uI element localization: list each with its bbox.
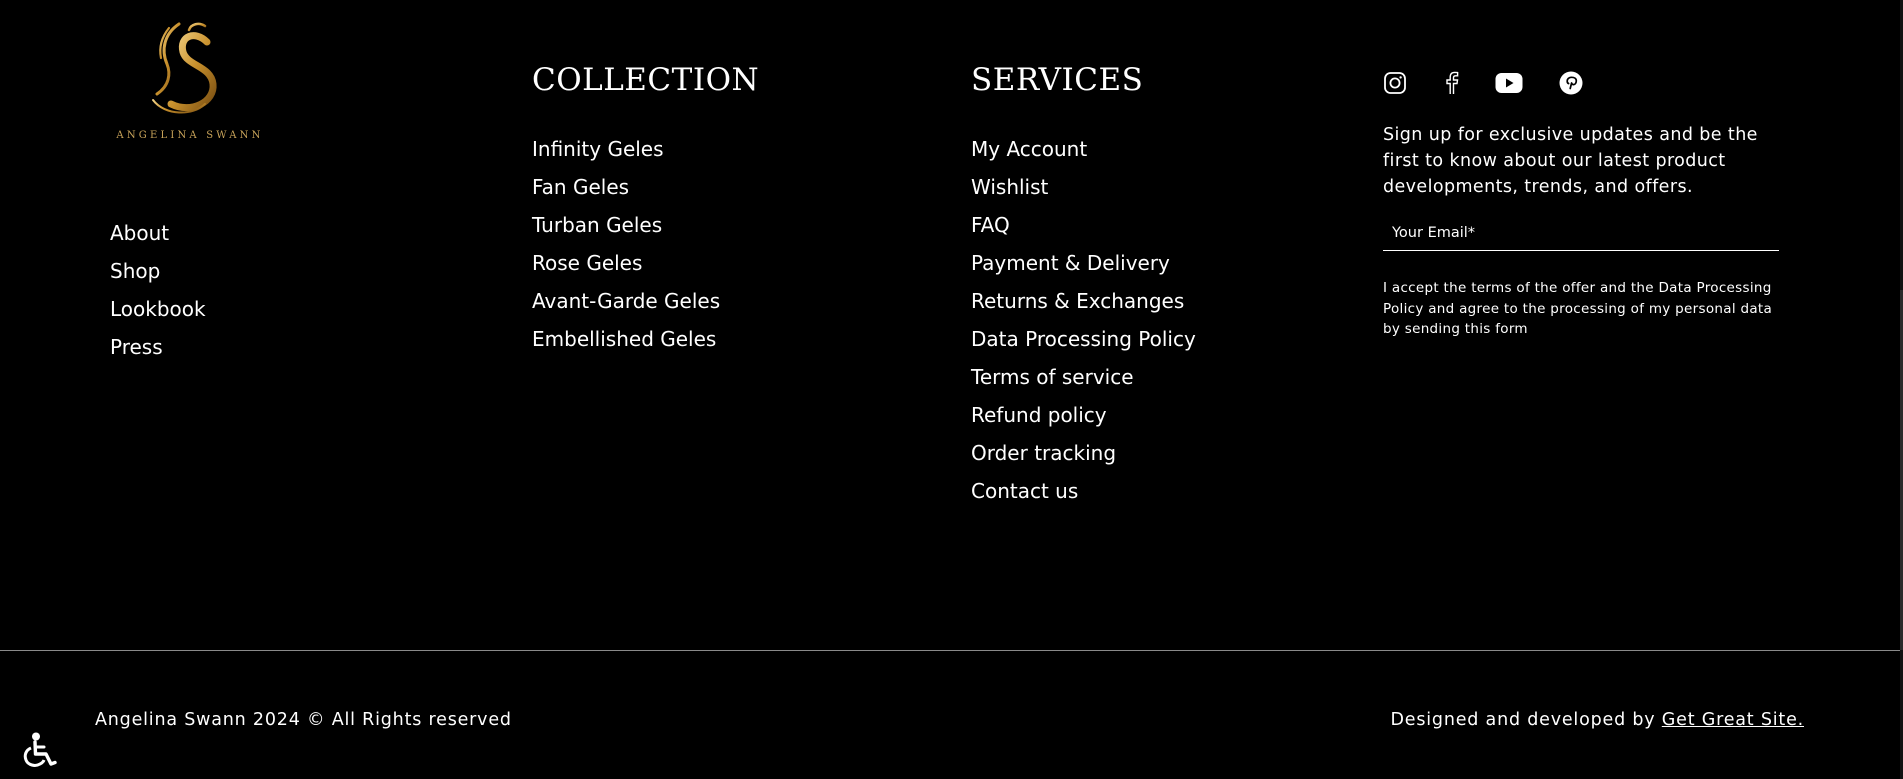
shop-link[interactable]: Shop [110, 259, 160, 283]
youtube-icon [1495, 73, 1523, 93]
services-link[interactable]: Data Processing Policy [971, 327, 1196, 351]
services-list-item: Data Processing Policy [971, 320, 1196, 358]
collection-link[interactable]: Avant-Garde Geles [532, 289, 720, 313]
credit-prefix: Designed and developed by [1390, 710, 1656, 730]
collection-link[interactable]: Embellished Geles [532, 327, 716, 351]
collection-link[interactable]: Infinity Geles [532, 137, 664, 161]
consent-text: I accept the terms of the offer and the … [1383, 280, 1773, 337]
instagram-link[interactable] [1383, 71, 1407, 95]
collection-list-item: Infinity Geles [532, 130, 759, 168]
services-list-item: Contact us [971, 472, 1196, 510]
services-link-list: My Account Wishlist FAQ Payment & Delive… [971, 130, 1196, 510]
services-list-item: Payment & Delivery [971, 244, 1196, 282]
collection-list-item: Embellished Geles [532, 320, 759, 358]
services-link[interactable]: Contact us [971, 479, 1078, 503]
brand-logo[interactable]: ANGELINA SWANN [109, 20, 271, 146]
collection-list-item: Turban Geles [532, 206, 759, 244]
services-link[interactable]: FAQ [971, 213, 1010, 237]
collection-list-item: Fan Geles [532, 168, 759, 206]
services-list-item: Returns & Exchanges [971, 282, 1196, 320]
about-column: About Shop Lookbook Press [110, 214, 206, 366]
logo-wordmark: ANGELINA SWANN [116, 130, 264, 141]
facebook-icon [1446, 71, 1459, 94]
email-field[interactable] [1383, 216, 1772, 250]
collection-link[interactable]: Fan Geles [532, 175, 629, 199]
lookbook-link[interactable]: Lookbook [110, 297, 206, 321]
about-list-item: About [110, 214, 206, 252]
services-link[interactable]: Terms of service [971, 365, 1134, 389]
collection-link[interactable]: Rose Geles [532, 251, 642, 275]
collection-heading: COLLECTION [532, 62, 760, 98]
about-link[interactable]: About [110, 221, 169, 245]
services-column: SERVICES My Account Wishlist FAQ Payment… [971, 60, 1196, 510]
pinterest-link[interactable] [1559, 71, 1583, 95]
collection-link[interactable]: Turban Geles [532, 213, 662, 237]
press-link[interactable]: Press [110, 335, 163, 359]
services-list-item: My Account [971, 130, 1196, 168]
newsletter-description: Sign up for exclusive updates and be the… [1383, 125, 1758, 197]
credit-text: Designed and developed by Get Great Site… [1390, 710, 1804, 730]
email-field-wrapper [1383, 216, 1779, 251]
newsletter-section: Sign up for exclusive updates and be the… [1383, 68, 1783, 340]
services-link[interactable]: My Account [971, 137, 1087, 161]
services-link[interactable]: Wishlist [971, 175, 1048, 199]
about-list-item: Shop [110, 252, 206, 290]
services-link[interactable]: Returns & Exchanges [971, 289, 1184, 313]
services-list-item: Refund policy [971, 396, 1196, 434]
wheelchair-icon [23, 732, 57, 767]
social-links [1383, 68, 1783, 98]
services-list-item: FAQ [971, 206, 1196, 244]
services-list-item: Terms of service [971, 358, 1196, 396]
facebook-link[interactable] [1443, 71, 1459, 95]
pinterest-icon [1559, 71, 1583, 95]
collection-link-list: Infinity Geles Fan Geles Turban Geles Ro… [532, 130, 759, 358]
about-list-item: Press [110, 328, 206, 366]
accessibility-button[interactable] [22, 731, 60, 771]
services-list-item: Wishlist [971, 168, 1196, 206]
copyright-text: Angelina Swann 2024 © All Rights reserve… [95, 710, 512, 730]
footer-divider [0, 650, 1900, 651]
services-link[interactable]: Payment & Delivery [971, 251, 1170, 275]
get-great-site-link[interactable]: Get Great Site. [1662, 710, 1804, 730]
services-list-item: Order tracking [971, 434, 1196, 472]
collection-list-item: Rose Geles [532, 244, 759, 282]
instagram-icon [1384, 72, 1406, 94]
about-list-item: Lookbook [110, 290, 206, 328]
collection-column: COLLECTION Infinity Geles Fan Geles Turb… [532, 60, 759, 358]
about-link-list: About Shop Lookbook Press [110, 214, 206, 366]
swan-logo-icon [152, 22, 217, 114]
services-link[interactable]: Refund policy [971, 403, 1107, 427]
services-link[interactable]: Order tracking [971, 441, 1116, 465]
footer-top: ANGELINA SWANN About Shop Lookbook Press… [0, 0, 1903, 651]
services-heading: SERVICES [971, 62, 1144, 98]
youtube-link[interactable] [1495, 72, 1523, 94]
collection-list-item: Avant-Garde Geles [532, 282, 759, 320]
